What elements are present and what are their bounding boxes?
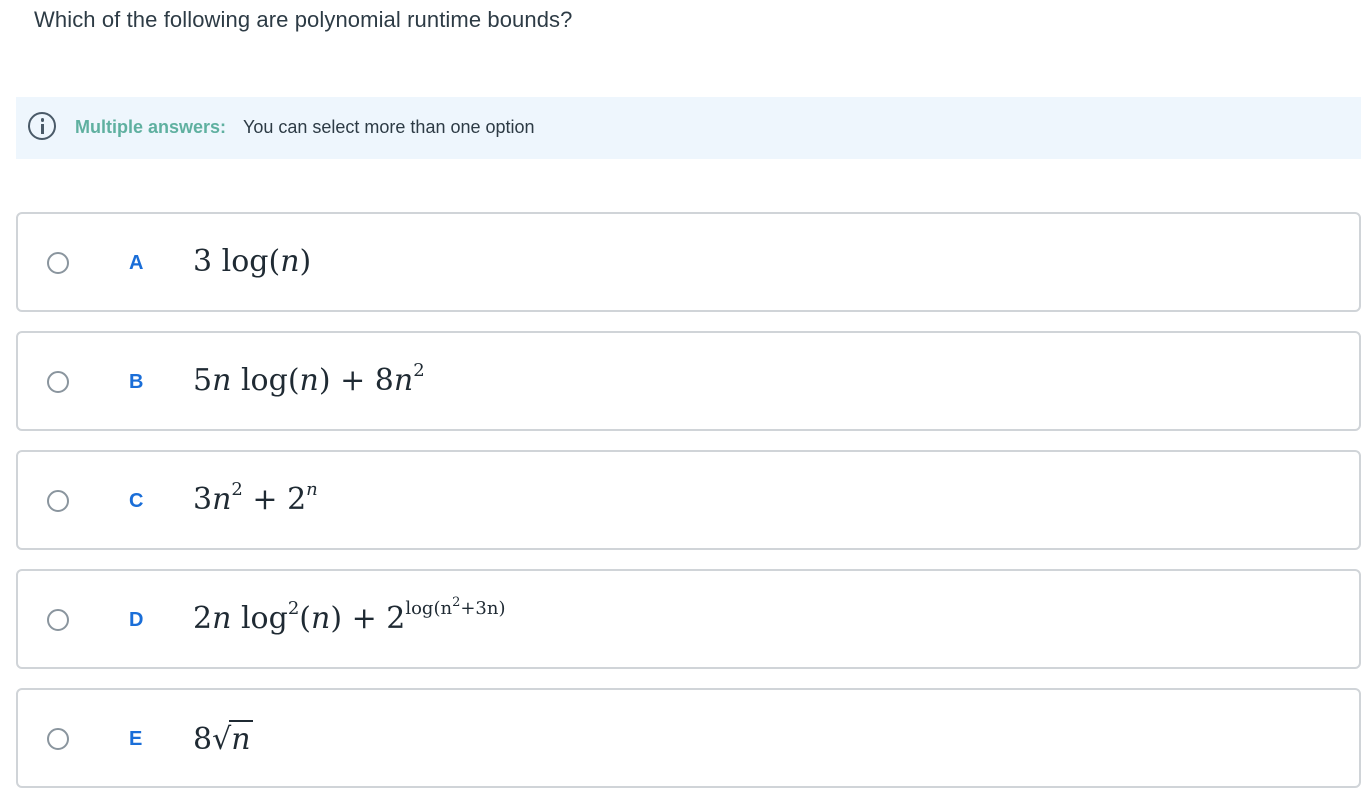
option-e[interactable]: E 8√n — [16, 688, 1361, 788]
radio-button-d[interactable] — [47, 609, 69, 631]
option-math-b: 5n log(n) + 8n2 — [193, 360, 425, 398]
option-c[interactable]: C 3n2 + 2n — [16, 450, 1361, 550]
info-icon — [28, 112, 56, 140]
option-letter-a: A — [129, 252, 144, 274]
option-math-e: 8√n — [193, 720, 253, 757]
option-math-c: 3n2 + 2n — [193, 479, 318, 517]
info-text: You can select more than one option — [243, 117, 535, 137]
option-math-a: 3 log(n) — [193, 244, 312, 279]
radio-button-b[interactable] — [47, 371, 69, 393]
option-letter-d: D — [129, 609, 144, 631]
option-letter-e: E — [129, 728, 143, 750]
option-a[interactable]: A 3 log(n) — [16, 212, 1361, 312]
option-letter-b: B — [129, 371, 144, 393]
radio-button-a[interactable] — [47, 252, 69, 274]
option-d[interactable]: D 2n log2(n) + 2log(n2+3n) — [16, 569, 1361, 669]
option-letter-c: C — [129, 490, 144, 512]
info-banner: Multiple answers: You can select more th… — [16, 97, 1361, 159]
info-title: Multiple answers: — [75, 117, 227, 137]
option-b[interactable]: B 5n log(n) + 8n2 — [16, 331, 1361, 431]
radio-button-c[interactable] — [47, 490, 69, 512]
question-text: Which of the following are polynomial ru… — [34, 7, 573, 32]
radio-button-e[interactable] — [47, 728, 69, 750]
option-math-d: 2n log2(n) + 2log(n2+3n) — [193, 595, 506, 636]
